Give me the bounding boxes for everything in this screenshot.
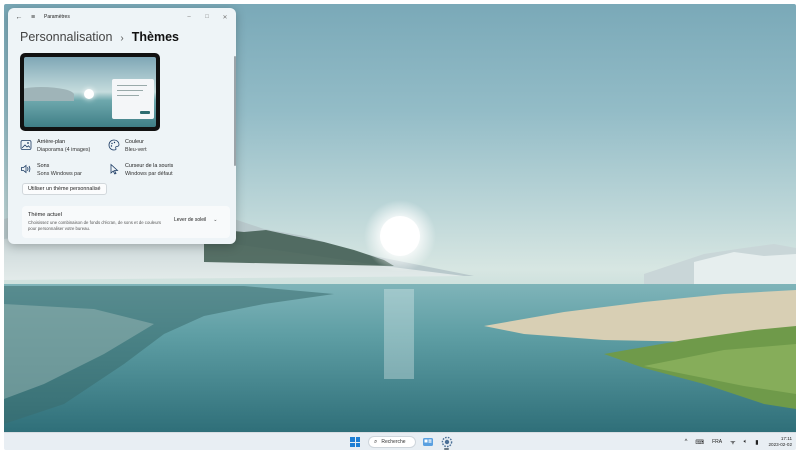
page-title: Thèmes bbox=[131, 30, 180, 44]
clock-date: 2023-02-02 bbox=[768, 442, 793, 447]
breadcrumb: Personnalisation › Thèmes bbox=[20, 30, 179, 44]
clock[interactable]: 17:11 2023-02-02 bbox=[769, 436, 793, 448]
window-controls: – □ ✕ bbox=[180, 11, 234, 23]
settings-app-icon[interactable] bbox=[441, 436, 453, 448]
app-title: Paramètres bbox=[44, 14, 70, 20]
option-color-value: Bleu-vert bbox=[125, 147, 147, 153]
taskbar: ⌕ Recherche ^ ⌨ FRA ᯤ 🔈︎ ▮ 17:11 2023-02… bbox=[4, 432, 796, 450]
keyboard-icon[interactable]: ⌨ bbox=[695, 439, 704, 446]
chevron-down-icon: ⌄ bbox=[213, 217, 218, 223]
maximize-button[interactable]: □ bbox=[198, 11, 216, 23]
hamburger-icon[interactable]: ≡ bbox=[28, 12, 38, 22]
theme-preview bbox=[20, 53, 160, 131]
theme-dropdown[interactable]: Lever de soleil ⌄ bbox=[174, 217, 217, 223]
chevron-up-icon[interactable]: ^ bbox=[685, 439, 688, 445]
option-color-title: Couleur bbox=[125, 139, 144, 145]
desktop-screen: ← ≡ Paramètres – □ ✕ Personnalisation › … bbox=[4, 4, 796, 450]
taskbar-search[interactable]: ⌕ Recherche bbox=[368, 436, 416, 448]
option-cursor[interactable]: Curseur de la souris Windows par défaut bbox=[108, 162, 173, 178]
theme-preview-image bbox=[24, 57, 156, 127]
battery-icon[interactable]: ▮ bbox=[755, 439, 758, 446]
language-indicator[interactable]: FRA bbox=[712, 439, 722, 445]
speaker-icon bbox=[21, 164, 31, 174]
custom-theme-button[interactable]: Utiliser un thème personnalisé bbox=[22, 183, 107, 195]
cursor-icon bbox=[110, 163, 119, 175]
search-icon: ⌕ bbox=[374, 438, 378, 445]
settings-window: ← ≡ Paramètres – □ ✕ Personnalisation › … bbox=[8, 8, 236, 244]
option-cursor-value: Windows par défaut bbox=[125, 171, 173, 177]
image-icon bbox=[20, 140, 32, 150]
minimize-button[interactable]: – bbox=[180, 11, 198, 23]
wifi-icon[interactable]: ᯤ bbox=[730, 438, 735, 446]
breadcrumb-separator: › bbox=[120, 33, 124, 44]
option-sounds-value: Sons Windows par bbox=[37, 171, 82, 177]
back-arrow-icon[interactable]: ← bbox=[14, 12, 24, 22]
system-tray: ^ ⌨ FRA ᯤ 🔈︎ ▮ 17:11 2023-02-02 bbox=[681, 433, 792, 450]
option-sounds-title: Sons bbox=[37, 163, 50, 169]
close-button[interactable]: ✕ bbox=[216, 11, 234, 23]
search-label: Recherche bbox=[381, 439, 406, 445]
breadcrumb-parent[interactable]: Personnalisation bbox=[20, 30, 112, 44]
preview-sun bbox=[84, 89, 94, 99]
option-background-value: Diaporama (4 images) bbox=[37, 147, 91, 153]
option-sounds[interactable]: Sons Sons Windows par bbox=[20, 162, 82, 178]
start-button[interactable] bbox=[350, 437, 360, 447]
current-theme-description: Choisissez une combinaison de fonds d’éc… bbox=[28, 220, 162, 231]
preview-hill bbox=[24, 87, 74, 101]
current-theme-title: Thème actuel bbox=[28, 212, 62, 218]
palette-icon bbox=[108, 139, 120, 151]
preview-window bbox=[112, 79, 154, 119]
option-background[interactable]: Arrière-plan Diaporama (4 images) bbox=[20, 138, 90, 154]
volume-icon[interactable]: 🔈︎ bbox=[744, 439, 748, 446]
option-color[interactable]: Couleur Bleu-vert bbox=[108, 138, 147, 154]
active-app-indicator bbox=[444, 448, 449, 450]
widgets-app-icon[interactable] bbox=[422, 436, 434, 448]
option-cursor-title: Curseur de la souris bbox=[125, 163, 174, 169]
theme-dropdown-value: Lever de soleil bbox=[174, 217, 207, 223]
scrollbar[interactable] bbox=[234, 56, 236, 166]
option-background-title: Arrière-plan bbox=[37, 139, 66, 145]
current-theme-card: Thème actuel Choisissez une combinaison … bbox=[22, 206, 230, 238]
